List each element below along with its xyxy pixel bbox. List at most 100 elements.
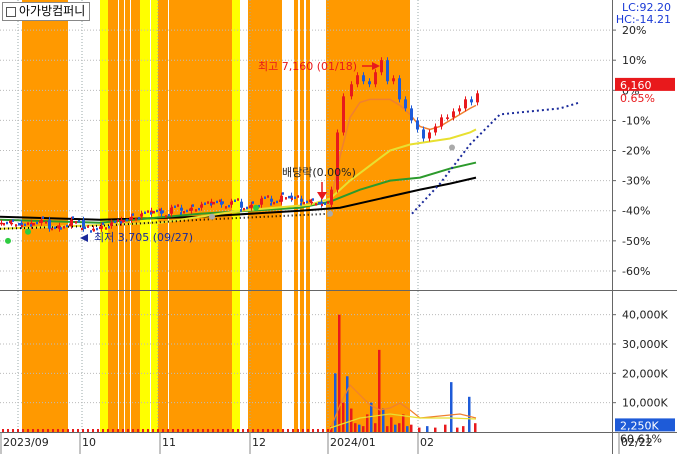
volume-bar xyxy=(212,429,214,432)
volume-bar xyxy=(62,429,64,432)
candle-body xyxy=(288,195,290,199)
candle-body xyxy=(237,198,239,201)
candle-body xyxy=(9,220,11,224)
candle-body xyxy=(222,201,224,204)
signal-dot xyxy=(25,228,31,235)
candle-body xyxy=(231,200,233,204)
volume-bar xyxy=(450,382,453,432)
volume-bar xyxy=(27,429,29,432)
vol-tick-label: 10,000K xyxy=(622,397,668,410)
volume-bar xyxy=(202,429,204,432)
volume-bar xyxy=(267,429,269,432)
volume-bar xyxy=(87,429,89,432)
volume-bar xyxy=(292,429,294,432)
volume-bar xyxy=(37,429,39,432)
candle-body xyxy=(303,201,305,205)
candle-body xyxy=(18,222,20,226)
candle-body xyxy=(204,202,206,206)
candle-body xyxy=(464,99,467,109)
stock-title[interactable]: 아가방컴퍼니 xyxy=(2,2,91,21)
candle-body xyxy=(207,201,209,204)
candle-body xyxy=(458,108,461,112)
candle-body xyxy=(156,209,158,213)
volume-bar xyxy=(237,429,239,432)
candle-body xyxy=(90,230,92,233)
volume-bar xyxy=(112,429,114,432)
volume-bar xyxy=(252,429,254,432)
candle-body xyxy=(410,108,413,121)
volume-bar xyxy=(47,429,49,432)
candle-body xyxy=(428,132,431,139)
candle-body xyxy=(147,210,149,213)
candle-body xyxy=(39,220,41,224)
volume-bar xyxy=(362,426,365,432)
volume-bar xyxy=(142,429,144,432)
candle-body xyxy=(309,199,311,202)
candle-body xyxy=(312,198,314,201)
volume-bar xyxy=(287,429,289,432)
zone-yellow xyxy=(100,0,108,432)
candle-body xyxy=(321,203,323,207)
candle-body xyxy=(75,221,77,224)
volume-bar xyxy=(297,429,299,432)
checkbox-icon[interactable] xyxy=(6,6,16,17)
candle-body xyxy=(129,217,131,221)
volume-bar xyxy=(22,429,24,432)
y-tick-label: -40% xyxy=(622,205,650,218)
y-tick-label: -20% xyxy=(622,145,650,158)
candle-body xyxy=(192,204,194,207)
candle-body xyxy=(54,226,56,230)
vol-tick-label: 30,000K xyxy=(622,338,668,351)
y-tick-label: 20% xyxy=(622,24,646,37)
candle-body xyxy=(225,206,227,209)
forecast-dotted-line xyxy=(411,101,581,215)
candle-body xyxy=(126,218,128,222)
current-price: 6,160 xyxy=(620,79,652,92)
candle-body xyxy=(165,215,167,218)
candle-body xyxy=(114,220,116,224)
signal-dot xyxy=(5,237,11,244)
candle-body xyxy=(198,207,200,211)
candle-body xyxy=(60,227,62,230)
volume-bar xyxy=(327,429,329,432)
volume-bar xyxy=(338,314,341,432)
volume-bar xyxy=(312,429,314,432)
candle-body xyxy=(84,226,86,230)
zone-yellow xyxy=(232,0,240,432)
volume-bar xyxy=(57,429,59,432)
volume-bar xyxy=(262,429,264,432)
volume-bar xyxy=(302,429,304,432)
candle-body xyxy=(48,219,50,223)
candle-body xyxy=(63,225,65,229)
candle-body xyxy=(81,227,83,231)
volume-bar xyxy=(82,429,84,432)
volume-bar xyxy=(207,429,209,432)
volume-bar xyxy=(187,429,189,432)
candle-body xyxy=(315,203,317,206)
candle-body xyxy=(24,223,26,227)
candle-body xyxy=(51,227,53,231)
volume-bar xyxy=(398,423,401,432)
marker-dot xyxy=(449,144,455,151)
candle-body xyxy=(228,204,230,208)
candle-body xyxy=(273,201,275,205)
volume-bar xyxy=(386,426,389,432)
candle-body xyxy=(446,117,449,119)
candle-body xyxy=(362,75,365,82)
candle-body xyxy=(45,221,47,224)
volume-bar xyxy=(272,429,274,432)
candle-body xyxy=(324,202,326,206)
candle-body xyxy=(195,209,197,212)
candle-body xyxy=(300,198,303,202)
candle-body xyxy=(318,201,320,205)
volume-bar xyxy=(410,424,413,432)
candle-body xyxy=(99,226,101,230)
candle-body xyxy=(150,212,152,215)
candle-body xyxy=(168,213,170,217)
volume-bar xyxy=(418,427,421,432)
candle-body xyxy=(108,225,110,229)
candle-body xyxy=(404,99,407,109)
volume-bar xyxy=(390,417,393,432)
volume-bar xyxy=(247,429,249,432)
candle-body xyxy=(111,221,113,225)
